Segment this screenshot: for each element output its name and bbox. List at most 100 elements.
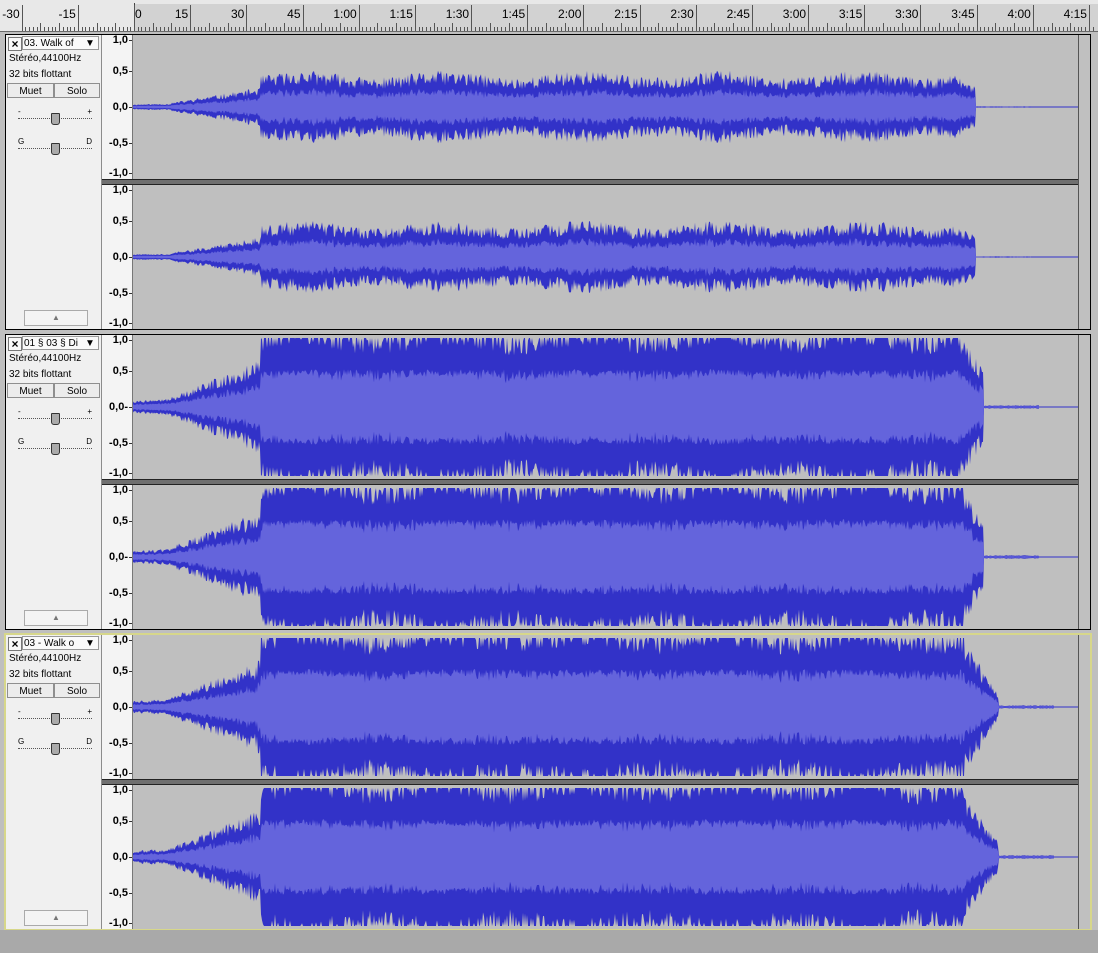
ruler-tick [876,27,877,31]
ruler-tick [392,27,393,31]
ruler-tick [67,27,68,31]
collapse-arrow-icon[interactable]: ▲ [24,610,88,626]
scale-tick [129,323,132,324]
ruler-tick [894,27,895,31]
gain-slider-thumb[interactable] [51,113,60,125]
ruler-tick [265,23,266,31]
ruler-tick [460,27,461,31]
ruler-tick [303,5,304,31]
close-icon[interactable]: × [8,337,22,351]
gain-slider-thumb[interactable] [51,413,60,425]
ruler-tick [130,27,131,31]
waveform-right-channel[interactable] [133,185,1078,329]
ruler-tick [879,27,880,31]
track-bit-depth: 32 bits flottant [9,69,72,80]
channel-separator [102,179,1090,185]
ruler-tick [1018,27,1019,31]
waveform-left-channel[interactable] [133,335,1078,479]
audio-track[interactable]: × 03. Walk of ▼ Stéréo,44100Hz 32 bits f… [5,34,1091,330]
pan-right-label: D [86,737,92,746]
empty-track-area[interactable] [0,930,1098,953]
waveform-left-channel[interactable] [133,635,1078,779]
waveform-right-channel[interactable] [133,785,1078,929]
gain-slider[interactable]: - + [18,707,92,725]
scale-label: -0,5 [109,887,128,899]
ruler-tick [78,5,79,31]
ruler-tick [149,27,150,31]
gain-slider[interactable]: - + [18,107,92,125]
mute-button[interactable]: Muet [7,683,54,698]
scale-tick [129,790,132,791]
ruler-tick [1074,27,1075,31]
pan-right-label: D [86,437,92,446]
solo-button[interactable]: Solo [54,83,100,98]
pan-slider-thumb[interactable] [51,443,60,455]
dropdown-arrow-icon[interactable]: ▼ [83,37,97,49]
solo-button[interactable]: Solo [54,383,100,398]
ruler-tick [778,27,779,31]
pan-slider[interactable]: G D [18,737,92,755]
ruler-tick [407,27,408,31]
ruler-tick [883,23,884,31]
collapse-arrow-icon[interactable]: ▲ [24,310,88,326]
ruler-tick [385,27,386,31]
ruler-tick [355,27,356,31]
ruler-tick [239,27,240,31]
ruler-tick [1093,27,1094,31]
ruler-tick [789,23,790,31]
ruler-tick [1078,27,1079,31]
mute-button[interactable]: Muet [7,83,54,98]
gain-max-label: + [87,107,92,116]
ruler-tick [568,27,569,31]
gain-min-label: - [18,407,21,416]
mute-button[interactable]: Muet [7,383,54,398]
ruler-tick [598,27,599,31]
ruler-tick [299,27,300,31]
scale-label: -0,5 [109,737,128,749]
ruler-label: -15 [58,7,76,21]
collapse-arrow-icon[interactable]: ▲ [24,910,88,926]
close-icon[interactable]: × [8,637,22,651]
ruler-tick [261,27,262,31]
gain-slider[interactable]: - + [18,407,92,425]
pan-slider-thumb[interactable] [51,743,60,755]
ruler-tick [823,27,824,31]
gain-slider-thumb[interactable] [51,713,60,725]
close-icon[interactable]: × [8,37,22,51]
ruler-tick [479,27,480,31]
ruler-tick [160,27,161,31]
ruler-tick [85,27,86,31]
ruler-tick [216,27,217,31]
scale-label: 0,5 [112,665,128,677]
waveform-right-channel[interactable] [133,485,1078,629]
ruler-tick [183,27,184,31]
gain-min-label: - [18,707,21,716]
waveform-svg [133,338,1078,476]
ruler-tick [411,27,412,31]
track-name-menu[interactable]: 03. Walk of ▼ [22,36,99,50]
ruler-tick [452,23,453,31]
ruler-tick [48,27,49,31]
pan-slider[interactable]: G D [18,137,92,155]
ruler-tick [595,27,596,31]
ruler-tick [175,27,176,31]
track-name-menu[interactable]: 01 § 03 § Di ▼ [22,336,99,350]
waveform-left-channel[interactable] [133,35,1078,179]
ruler-tick [827,23,828,31]
dropdown-arrow-icon[interactable]: ▼ [83,637,97,649]
pan-slider[interactable]: G D [18,437,92,455]
ruler-tick [419,27,420,31]
scale-label: 0,5 [112,515,128,527]
ruler-tick [580,27,581,31]
pan-slider-thumb[interactable] [51,143,60,155]
ruler-tick [115,23,116,31]
audio-track[interactable]: × 01 § 03 § Di ▼ Stéréo,44100Hz 32 bits … [5,334,1091,630]
ruler-tick [733,23,734,31]
ruler-tick [179,27,180,31]
audio-track-selected[interactable]: × 03 - Walk o ▼ Stéréo,44100Hz 32 bits f… [4,633,1092,931]
dropdown-arrow-icon[interactable]: ▼ [83,337,97,349]
scale-tick [129,143,132,144]
solo-button[interactable]: Solo [54,683,100,698]
track-name-menu[interactable]: 03 - Walk o ▼ [22,636,99,650]
timeline-ruler[interactable]: -30 -15 0 15 30 45 1:00 1:15 1:30 1:45 2:00 2:15 2:3… [0,0,1098,32]
